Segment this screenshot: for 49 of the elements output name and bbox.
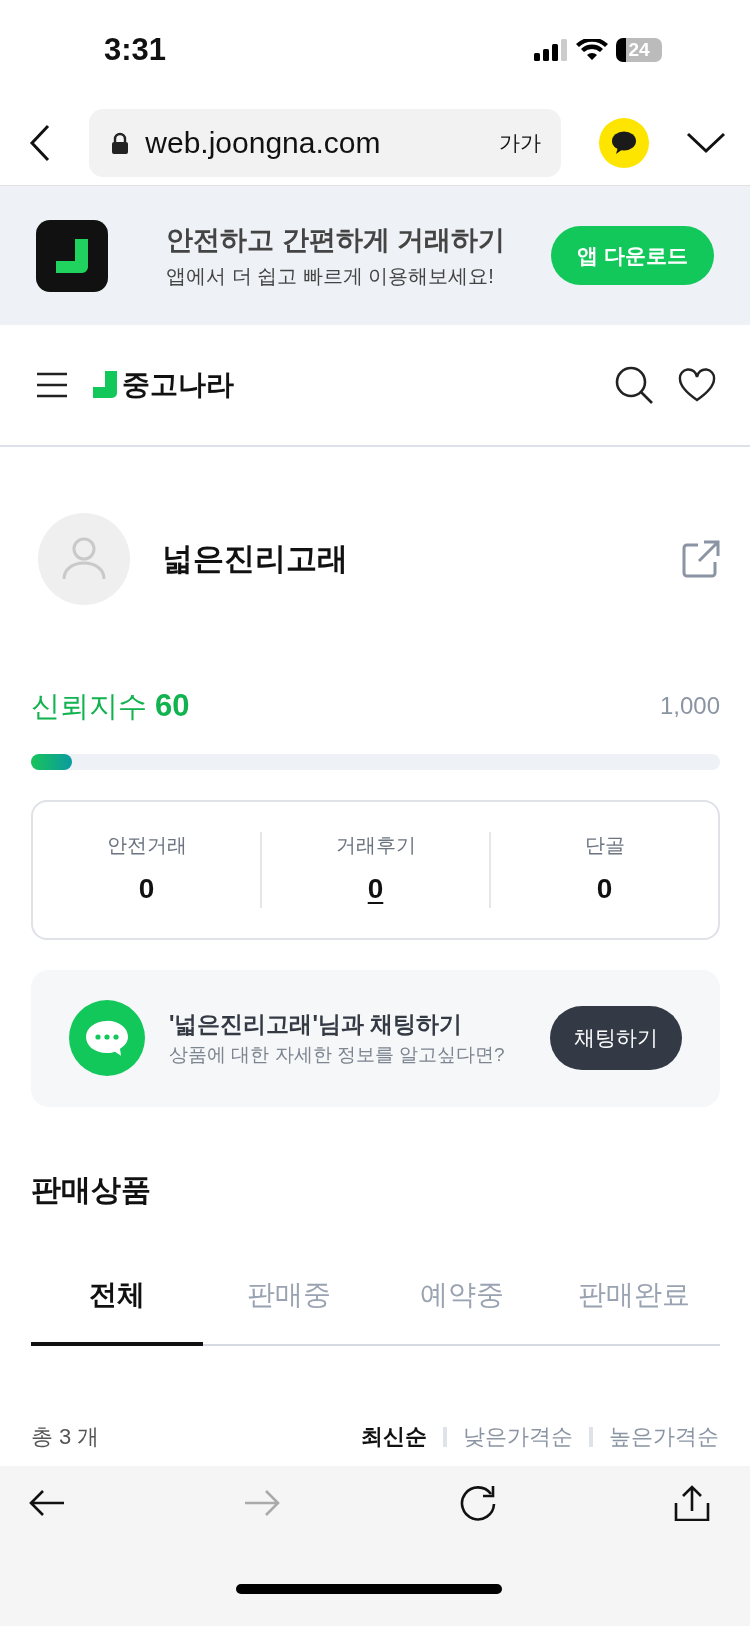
- profile-name: 넓은진리고래: [161, 539, 349, 578]
- favorites-button[interactable]: [678, 368, 716, 402]
- text-size-button[interactable]: 가가: [499, 126, 542, 159]
- sort-option[interactable]: 최신순: [361, 1420, 427, 1453]
- trust-max: 1,000: [659, 691, 720, 722]
- arrow-left-icon: [28, 1488, 66, 1518]
- banner-subtitle: 앱에서 더 쉽고 빠르게 이용해보세요!: [166, 263, 495, 289]
- logo-text[interactable]: 중고나라: [122, 364, 234, 406]
- search-button[interactable]: [614, 365, 654, 405]
- search-icon: [614, 365, 654, 405]
- item-count: 총 3 개: [31, 1423, 100, 1451]
- chat-button[interactable]: 채팅하기: [550, 1006, 682, 1070]
- chat-subtitle: 상품에 대한 자세한 정보를 알고싶다면?: [169, 1043, 506, 1067]
- lock-icon: [111, 131, 130, 154]
- section-title: 판매상품: [31, 1172, 151, 1206]
- stat-value: 0: [138, 872, 155, 904]
- expand-button[interactable]: [686, 130, 726, 155]
- logo-icon: [92, 371, 118, 399]
- trust-label: 신뢰지수: [31, 689, 147, 724]
- menu-icon: [36, 372, 68, 398]
- reload-icon: [458, 1484, 497, 1522]
- back-icon: [28, 122, 52, 163]
- url-text: web.joongna.com: [145, 125, 382, 161]
- chat-icon: [69, 1000, 145, 1076]
- menu-button[interactable]: [36, 372, 68, 398]
- chevron-down-icon: [686, 132, 726, 155]
- address-bar[interactable]: web.joongna.com 가가: [89, 108, 562, 177]
- tab[interactable]: 전체: [31, 1263, 204, 1346]
- reload-button[interactable]: [458, 1484, 497, 1522]
- signal-icon: [534, 39, 568, 61]
- heart-icon: [678, 368, 716, 402]
- banner-title: 안전하고 간편하게 거래하기: [166, 224, 506, 258]
- wifi-icon: [576, 39, 608, 61]
- stat-value: 0: [596, 872, 613, 904]
- chat-title: '넓은진리고래'님과 채팅하기: [169, 1009, 464, 1039]
- stat-label: 거래후기: [334, 832, 417, 858]
- arrow-right-icon: [243, 1488, 282, 1518]
- back-button[interactable]: [28, 1488, 66, 1518]
- share-icon: [674, 1485, 710, 1521]
- status-time: 3:31: [104, 30, 167, 69]
- back-button[interactable]: [28, 122, 52, 163]
- stat-link[interactable]: 0: [367, 872, 384, 904]
- trust-score: 60: [155, 687, 190, 725]
- share-icon: [682, 540, 720, 578]
- stat-label: 단골: [583, 832, 626, 858]
- app-icon: [36, 219, 108, 292]
- battery-indicator: 24: [616, 38, 662, 62]
- stat-label: 안전거래: [105, 832, 188, 858]
- share-button[interactable]: [674, 1485, 710, 1521]
